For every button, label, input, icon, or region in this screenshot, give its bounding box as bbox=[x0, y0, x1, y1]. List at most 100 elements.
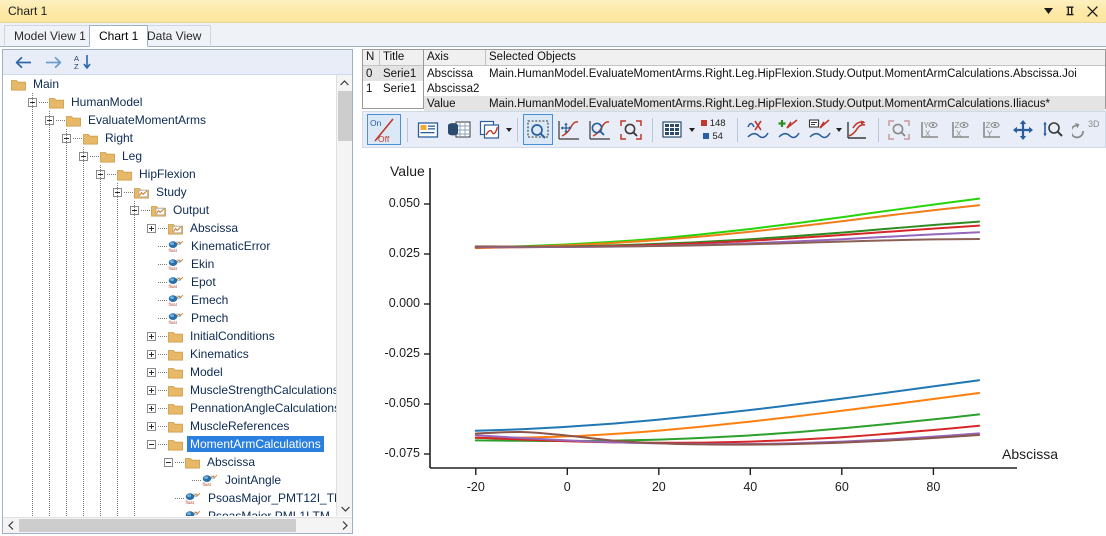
axis-row[interactable]: Value Main.HumanModel.EvaluateMomentArms… bbox=[424, 96, 1105, 111]
tree-item-musclestrengthcalculations[interactable]: MuscleStrengthCalculations bbox=[3, 381, 352, 399]
tree-expander-toggle[interactable] bbox=[147, 403, 156, 413]
scroll-up-arrow-icon[interactable] bbox=[337, 75, 352, 90]
tree-item-right[interactable]: Right bbox=[3, 129, 352, 147]
tree-item-humanmodel[interactable]: HumanModel bbox=[3, 93, 352, 111]
grid-button[interactable] bbox=[657, 114, 687, 145]
on-off-toggle-button[interactable]: On Off bbox=[367, 114, 401, 145]
legend-properties-button[interactable] bbox=[413, 114, 443, 145]
tree-item-musclereferences[interactable]: MuscleReferences bbox=[3, 417, 352, 435]
tree-item-epot[interactable]: kv float Epot bbox=[3, 273, 352, 291]
scroll-left-arrow-icon[interactable] bbox=[3, 518, 18, 533]
tree-item-kinematicerror[interactable]: kv float KinematicError bbox=[3, 237, 352, 255]
series-grid-left[interactable]: N Title 0 Serie1 1 Serie1 bbox=[362, 49, 424, 109]
export-curve-button[interactable] bbox=[842, 114, 872, 145]
chart-plot-area[interactable]: Value Abscissa 0.050 0.025 0.000 -0.025 -0.0… bbox=[362, 150, 1106, 536]
zoom-select-button[interactable] bbox=[884, 114, 914, 145]
window-button-group bbox=[1038, 2, 1102, 20]
svg-text:float: float bbox=[169, 248, 178, 253]
view-zx-button[interactable]: Z X bbox=[946, 114, 976, 145]
tree-item-kinematics[interactable]: Kinematics bbox=[3, 345, 352, 363]
pan-view-button[interactable] bbox=[1008, 114, 1038, 145]
tree-expander-toggle[interactable] bbox=[147, 331, 156, 341]
scroll-right-arrow-icon[interactable] bbox=[337, 518, 352, 533]
tab-chart-1[interactable]: Chart 1 bbox=[89, 25, 149, 47]
tree-scroll-thumb[interactable] bbox=[338, 91, 352, 141]
tab-model-view-1[interactable]: Model View 1 bbox=[4, 25, 96, 47]
tree-vertical-scrollbar[interactable] bbox=[336, 75, 352, 516]
tree-expander-toggle[interactable] bbox=[147, 223, 156, 233]
tree-connector bbox=[192, 479, 201, 481]
tree-item-label: Main bbox=[33, 77, 60, 91]
zoom-fit-button[interactable] bbox=[616, 114, 646, 145]
view-zy-button[interactable]: Z Y bbox=[977, 114, 1007, 145]
curve-label-button[interactable] bbox=[805, 114, 835, 145]
tree-connector bbox=[158, 425, 167, 427]
tree-expander-toggle[interactable] bbox=[147, 421, 156, 431]
tree-item-momentarmcalculations[interactable]: MomentArmCalculations bbox=[3, 435, 352, 453]
tree-item-pennationanglecalculations[interactable]: PennationAngleCalculations bbox=[3, 399, 352, 417]
zoom-curve-button[interactable] bbox=[585, 114, 615, 145]
zoom-view-button[interactable] bbox=[1039, 114, 1069, 145]
tree-item-leg[interactable]: Leg bbox=[3, 147, 352, 165]
series-row[interactable]: 0 Serie1 bbox=[363, 66, 423, 81]
zoom-rectangle-button[interactable] bbox=[522, 114, 553, 145]
tree-item-abscissa[interactable]: Abscissa bbox=[3, 219, 352, 237]
folder-icon bbox=[49, 96, 64, 109]
series-row[interactable]: 1 Serie1 bbox=[363, 81, 423, 96]
tree-item-output[interactable]: Output bbox=[3, 201, 352, 219]
tree-item-pmech[interactable]: kv float Pmech bbox=[3, 309, 352, 327]
col-header-title: Title bbox=[383, 51, 405, 63]
tree-item-ekin[interactable]: kv float Ekin bbox=[3, 255, 352, 273]
toolbar-separator bbox=[407, 117, 408, 142]
axis-name: Abscissa2 bbox=[427, 82, 480, 95]
back-icon[interactable] bbox=[13, 53, 33, 71]
grid-caret-icon[interactable] bbox=[688, 114, 695, 145]
tree-expander-toggle[interactable] bbox=[147, 349, 156, 359]
tree-item-emech[interactable]: kv float Emech bbox=[3, 291, 352, 309]
tree-expander-toggle[interactable] bbox=[164, 457, 173, 467]
rotate-3d-button[interactable]: 3D bbox=[1070, 114, 1104, 145]
axis-row[interactable]: Abscissa2 bbox=[424, 81, 1105, 96]
curve-style-button[interactable] bbox=[743, 114, 773, 145]
model-tree[interactable]: Main HumanModel EvaluateMomentArms Right Leg… bbox=[3, 75, 352, 516]
tree-item-evaluatemomentarms[interactable]: EvaluateMomentArms bbox=[3, 111, 352, 129]
close-button[interactable] bbox=[1082, 2, 1102, 20]
tree-item-hipflexion[interactable]: HipFlexion bbox=[3, 165, 352, 183]
copy-chart-button[interactable] bbox=[475, 114, 505, 145]
col-header-n: N bbox=[363, 50, 380, 65]
tree-item-model[interactable]: Model bbox=[3, 363, 352, 381]
tree-horizontal-scrollbar[interactable] bbox=[3, 517, 352, 533]
scroll-down-arrow-icon[interactable] bbox=[337, 501, 352, 516]
copy-chart-caret-icon[interactable] bbox=[506, 114, 513, 145]
view-yx-button[interactable]: Y X bbox=[915, 114, 945, 145]
tree-item-main[interactable]: Main bbox=[3, 75, 352, 93]
tree-item-study[interactable]: Study bbox=[3, 183, 352, 201]
tree-item-psoasmajor-pmt12i-tm[interactable]: kv float PsoasMajor_PMT12I_TM bbox=[3, 489, 352, 507]
float-icon: kvfloat bbox=[202, 474, 218, 487]
tree-connector bbox=[158, 245, 167, 247]
data-table-button[interactable] bbox=[444, 114, 474, 145]
pin-button[interactable] bbox=[1060, 2, 1080, 20]
pan-curve-button[interactable] bbox=[554, 114, 584, 145]
series-grid-right[interactable]: Axis Selected Objects Abscissa Main.Huma… bbox=[424, 49, 1106, 111]
curve-label-caret-icon[interactable] bbox=[836, 114, 843, 145]
tree-expander-toggle[interactable] bbox=[147, 439, 156, 449]
sort-az-icon[interactable]: A Z bbox=[73, 53, 93, 71]
tree-item-abscissa[interactable]: Abscissa bbox=[3, 453, 352, 471]
tree-guide-line bbox=[49, 111, 50, 516]
window-menu-button[interactable] bbox=[1038, 2, 1058, 20]
add-curve-button[interactable] bbox=[774, 114, 804, 145]
tab-label: Model View 1 bbox=[14, 29, 86, 43]
tree-item-jointangle[interactable]: kv float JointAngle bbox=[3, 471, 352, 489]
rotate-3d-badge: 3D bbox=[1088, 119, 1100, 129]
x-tick-label: 80 bbox=[926, 480, 941, 494]
forward-icon[interactable] bbox=[43, 53, 63, 71]
axis-row[interactable]: Abscissa Main.HumanModel.EvaluateMomentA… bbox=[424, 66, 1105, 81]
tree-item-psoasmajor-pml1i-tm[interactable]: kvfloat PsoasMajor PML1I TM bbox=[3, 507, 352, 516]
tree-hscroll-thumb[interactable] bbox=[19, 519, 296, 532]
series-index: 0 bbox=[366, 67, 373, 80]
tree-item-initialconditions[interactable]: InitialConditions bbox=[3, 327, 352, 345]
tree-expander-toggle[interactable] bbox=[147, 385, 156, 395]
tick-count-button[interactable]: 148 54 bbox=[695, 114, 731, 145]
tree-expander-toggle[interactable] bbox=[147, 367, 156, 377]
